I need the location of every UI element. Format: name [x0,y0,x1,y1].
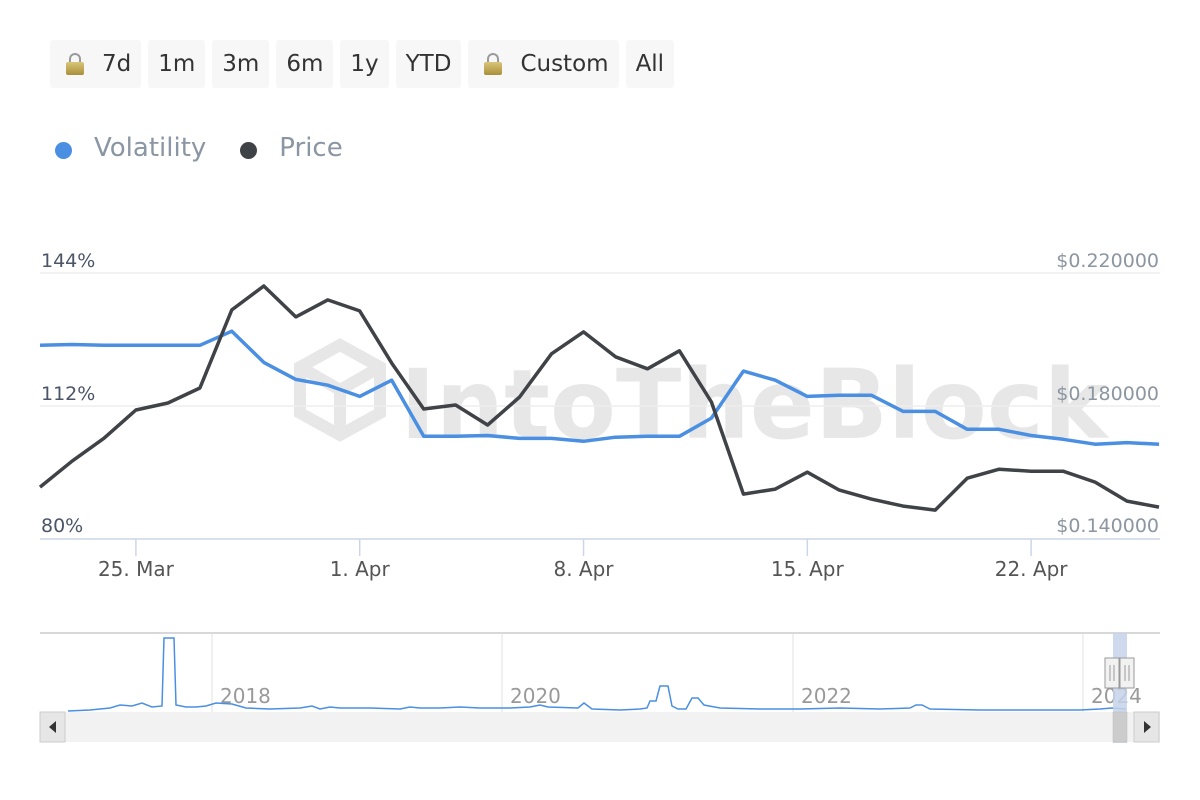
navigator-handle-right[interactable] [1119,657,1135,689]
x-tick-label: 25. Mar [98,557,175,581]
navigator-year-label: 2022 [801,684,852,708]
x-tick-label: 22. Apr [995,557,1069,581]
y-right-tick-2: $0.140000 [1056,515,1159,537]
x-tick-label: 8. Apr [553,557,614,581]
scrollbar[interactable] [39,711,1160,743]
navigator-year-label: 2020 [510,684,561,708]
scroll-left-button[interactable] [39,711,66,743]
scroll-right-button[interactable] [1133,711,1160,743]
scrollbar-thumb[interactable] [1112,711,1128,743]
navigator-handle-left[interactable] [1104,657,1120,689]
watermark-text: IntoTheBlock [400,349,1110,461]
chart-area: IntoTheBlock 144% 112% 80% $0.220000 $0.… [38,250,1160,743]
y-left-tick-1: 112% [41,383,95,405]
y-left-tick-0: 144% [41,250,95,272]
y-right-tick-1: $0.180000 [1056,383,1159,405]
y-left-tick-2: 80% [41,515,83,537]
x-tick-label: 1. Apr [330,557,391,581]
scrollbar-track[interactable] [40,712,1160,742]
x-tick-label: 15. Apr [771,557,845,581]
y-right-tick-0: $0.220000 [1056,250,1159,272]
